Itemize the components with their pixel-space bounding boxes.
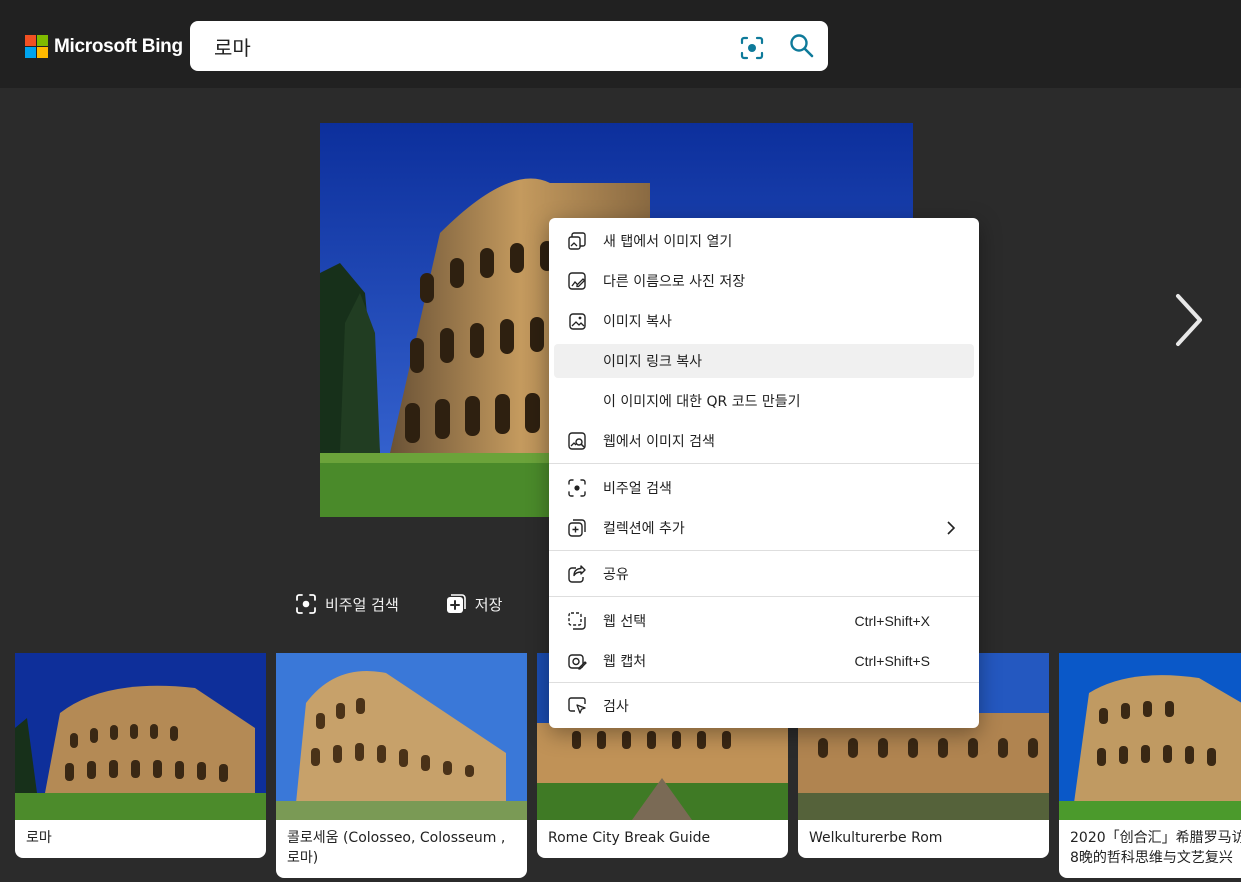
save-image-as-icon [568,272,586,290]
menu-copy-image-link[interactable]: 이미지 링크 복사 [554,344,974,378]
brand-name: Microsoft Bing [54,35,183,57]
thumbnail-card[interactable]: 콜로세움 (Colosseo, Colosseum , 로마) [276,653,527,878]
visual-search-icon [296,594,316,614]
menu-visual-search[interactable]: 비주얼 검색 [554,471,974,505]
add-to-collections-icon [568,519,586,537]
open-image-new-tab-icon [568,232,586,250]
bing-logo[interactable]: Microsoft Bing [25,35,183,58]
menu-label: 이미지 복사 [603,314,672,330]
inspect-icon [568,697,586,714]
menu-label: 이 이미지에 대한 QR 코드 만들기 [603,394,801,410]
menu-search-image-web[interactable]: 웹에서 이미지 검색 [554,424,974,458]
menu-shortcut: Ctrl+Shift+S [854,653,930,669]
menu-separator [549,550,979,551]
add-collection-icon [446,594,466,613]
thumbnail-card[interactable]: 2020「创合汇」希腊罗马访8晚的哲科思维与文艺复兴 [1059,653,1241,878]
thumbnail-caption: 콜로세움 (Colosseo, Colosseum , 로마) [287,830,506,866]
menu-label: 검사 [603,699,629,715]
thumbnail-image [1059,653,1241,820]
chevron-right-icon[interactable] [1168,290,1208,350]
menu-separator [549,682,979,683]
menu-label: 컬렉션에 추가 [603,521,685,537]
copy-image-icon [569,313,586,330]
thumbnail-image [276,653,527,820]
search-image-web-icon [568,432,586,450]
viewer-actions: 비주얼 검색 저장 [295,593,548,615]
web-capture-icon [568,654,587,670]
menu-add-to-collections[interactable]: 컬렉션에 추가 [554,511,974,545]
menu-label: 공유 [603,567,629,583]
menu-label: 웹에서 이미지 검색 [603,434,715,450]
thumbnail-card[interactable]: 로마 [15,653,266,858]
menu-label: 웹 캡처 [603,654,647,670]
thumbnail-caption: 2020「创合汇」希腊罗马访8晚的哲科思维与文艺复兴 [1070,830,1241,866]
menu-copy-image[interactable]: 이미지 복사 [554,304,974,338]
menu-save-image-as[interactable]: 다른 이름으로 사진 저장 [554,264,974,298]
menu-create-qr-code[interactable]: 이 이미지에 대한 QR 코드 만들기 [554,384,974,418]
microsoft-logo-icon [25,35,48,58]
context-menu: 새 탭에서 이미지 열기 다른 이름으로 사진 저장 이미지 복사 이미지 링크… [549,218,979,728]
menu-open-image-new-tab[interactable]: 새 탭에서 이미지 열기 [554,224,974,258]
menu-label: 새 탭에서 이미지 열기 [603,234,733,250]
menu-label: 이미지 링크 복사 [603,354,703,370]
chevron-right-icon [947,521,956,535]
menu-web-select[interactable]: 웹 선택 Ctrl+Shift+X [554,604,974,638]
search-box [190,21,828,71]
thumbnail-image [15,653,266,820]
menu-label: 웹 선택 [603,614,647,630]
web-select-icon [568,612,586,630]
menu-separator [549,463,979,464]
thumbnail-caption: 로마 [26,830,52,846]
magnifier-icon[interactable] [788,32,816,60]
menu-inspect[interactable]: 검사 [554,689,974,723]
visual-search-label: 비주얼 검색 [325,595,399,614]
menu-label: 비주얼 검색 [603,481,672,497]
menu-share[interactable]: 공유 [554,557,974,591]
visual-search-icon[interactable] [739,35,765,61]
visual-search-icon [568,479,586,497]
thumbnail-caption: Welkulturerbe Rom [809,830,943,846]
save-button[interactable]: 저장 [445,593,503,615]
thumbnail-caption: Rome City Break Guide [548,830,711,846]
search-input[interactable] [214,34,714,58]
visual-search-button[interactable]: 비주얼 검색 [295,593,399,615]
menu-separator [549,596,979,597]
share-icon [568,565,586,583]
header-bar: Microsoft Bing [0,0,1241,88]
menu-label: 다른 이름으로 사진 저장 [603,274,746,290]
menu-web-capture[interactable]: 웹 캡처 Ctrl+Shift+S [554,644,974,678]
menu-shortcut: Ctrl+Shift+X [854,613,930,629]
save-label: 저장 [474,595,503,614]
